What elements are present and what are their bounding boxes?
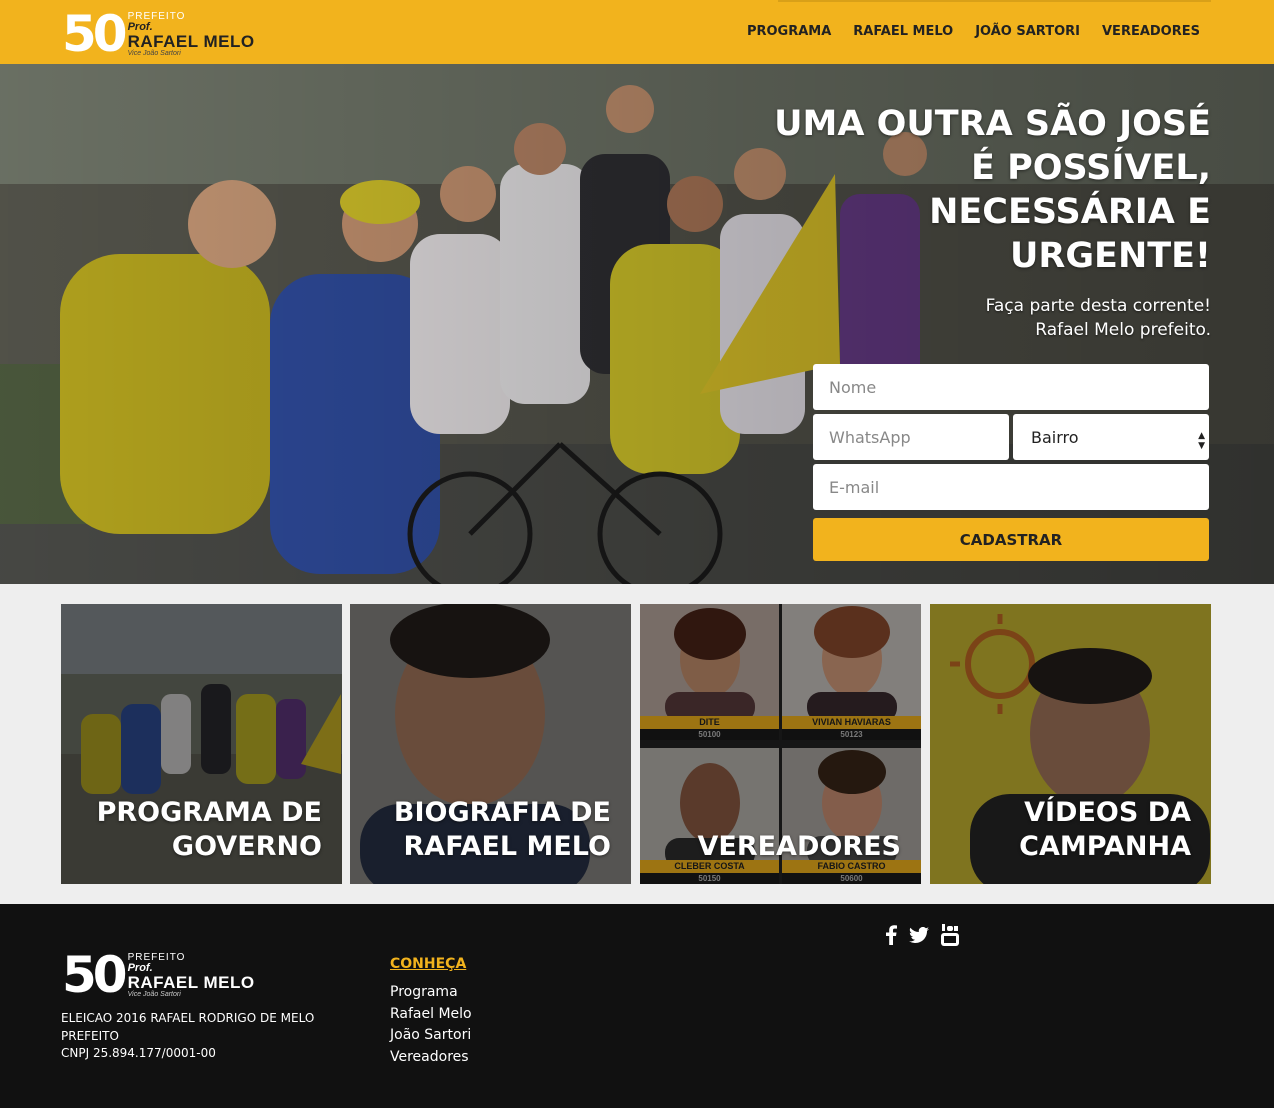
logo-line-prof: Prof. — [127, 20, 153, 33]
youtube-icon[interactable] — [941, 924, 959, 946]
nav-top-line — [778, 0, 1211, 2]
logo-text: PREFEITO Prof. RAFAEL MELO Vice João Sar… — [127, 951, 255, 998]
email-input[interactable] — [813, 464, 1209, 510]
card-biografia-label: BIOGRAFIA DE RAFAEL MELO — [394, 796, 611, 864]
logo-number: 50 — [62, 5, 128, 63]
subtitle-line-2: Rafael Melo prefeito. — [1035, 320, 1211, 340]
legal-line-3: CNPJ 25.894.177/0001-00 — [61, 1046, 216, 1060]
logo-line-prefeito: PREFEITO — [127, 10, 186, 22]
whatsapp-bairro-row: Bairro ▲▼ — [813, 414, 1209, 460]
header-logo[interactable]: 50 PREFEITO Prof. RAFAEL MELO Vice João … — [62, 9, 255, 59]
card-vereadores[interactable]: DITE 50100 VIVIAN HAVIARAS 50123 CLEBER … — [640, 604, 921, 884]
name-input[interactable] — [813, 364, 1209, 410]
footer-link-vereadores[interactable]: Vereadores — [390, 1047, 472, 1069]
bairro-select-value: Bairro — [1031, 427, 1079, 447]
feature-cards: PROGRAMA DE GOVERNO BIOGRAFIA DE RAFAEL … — [61, 604, 1211, 884]
logo-line-vice: Vice João Sartori — [127, 990, 181, 998]
logo-line-prefeito: PREFEITO — [127, 951, 186, 963]
hero-subtitle: Faça parte desta corrente! Rafael Melo p… — [811, 294, 1211, 342]
headline-line-3: NECESSÁRIA E — [929, 192, 1211, 232]
footer-link-programa[interactable]: Programa — [390, 982, 472, 1004]
logo-line-prof: Prof. — [127, 961, 153, 974]
card-biografia-line-1: BIOGRAFIA DE — [393, 797, 611, 828]
site-header: 50 PREFEITO Prof. RAFAEL MELO Vice João … — [0, 0, 1274, 64]
card-vereadores-label: VEREADORES — [697, 830, 901, 864]
footer-legal-text: ELEICAO 2016 RAFAEL RODRIGO DE MELO PREF… — [61, 1010, 331, 1063]
logo-text: PREFEITO Prof. RAFAEL MELO Vice João Sar… — [127, 10, 255, 57]
card-videos-line-1: VÍDEOS DA — [1024, 797, 1191, 828]
bairro-select[interactable]: Bairro ▲ ▼ — [1013, 414, 1209, 460]
card-programa-line-1: PROGRAMA DE — [96, 797, 322, 828]
card-programa-label: PROGRAMA DE GOVERNO — [97, 796, 322, 864]
card-vereadores-line-1: VEREADORES — [697, 831, 901, 862]
twitter-icon[interactable] — [909, 927, 929, 943]
card-videos-label: VÍDEOS DA CAMPANHA — [1019, 796, 1191, 864]
card-biografia-line-2: RAFAEL MELO — [403, 831, 611, 862]
footer-link-joao-sartori[interactable]: João Sartori — [390, 1025, 472, 1047]
footer-logo[interactable]: 50 PREFEITO Prof. RAFAEL MELO Vice João … — [62, 950, 255, 1000]
card-videos[interactable]: VÍDEOS DA CAMPANHA — [930, 604, 1211, 884]
main-nav: PROGRAMA RAFAEL MELO JOÃO SARTORI VEREAD… — [747, 24, 1200, 39]
headline-line-1: UMA OUTRA SÃO JOSÉ — [774, 104, 1211, 144]
card-programa-line-2: GOVERNO — [171, 831, 322, 862]
card-biografia[interactable]: BIOGRAFIA DE RAFAEL MELO — [350, 604, 631, 884]
legal-line-1: ELEICAO 2016 RAFAEL RODRIGO DE MELO — [61, 1011, 315, 1025]
card-programa-de-governo[interactable]: PROGRAMA DE GOVERNO — [61, 604, 342, 884]
headline-line-2: É POSSÍVEL, — [971, 148, 1211, 188]
logo-line-vice: Vice João Sartori — [127, 49, 181, 57]
select-caret-icon: ▲ ▼ — [1198, 431, 1205, 451]
footer-link-rafael-melo[interactable]: Rafael Melo — [390, 1004, 472, 1026]
conheca-heading[interactable]: CONHEÇA — [390, 956, 472, 972]
nav-programa[interactable]: PROGRAMA — [747, 24, 831, 39]
logo-line-name: RAFAEL MELO — [127, 972, 255, 992]
nav-joao-sartori[interactable]: JOÃO SARTORI — [975, 24, 1080, 39]
subtitle-line-1: Faça parte desta corrente! — [985, 296, 1211, 316]
nav-rafael-melo[interactable]: RAFAEL MELO — [853, 24, 953, 39]
social-links — [885, 924, 959, 946]
footer-conheca: CONHEÇA Programa Rafael Melo João Sartor… — [390, 956, 472, 1068]
headline-line-4: URGENTE! — [1009, 236, 1211, 276]
legal-line-2: PREFEITO — [61, 1028, 119, 1043]
facebook-icon[interactable] — [885, 925, 897, 945]
signup-form: Bairro ▲▼ CADASTRAR — [813, 364, 1209, 561]
hero-headline: UMA OUTRA SÃO JOSÉ É POSSÍVEL, NECESSÁRI… — [731, 102, 1211, 278]
nav-vereadores[interactable]: VEREADORES — [1102, 24, 1200, 39]
logo-line-name: RAFAEL MELO — [127, 31, 255, 51]
card-videos-line-2: CAMPANHA — [1019, 831, 1191, 862]
cadastrar-button[interactable]: CADASTRAR — [813, 518, 1209, 561]
hero-section: UMA OUTRA SÃO JOSÉ É POSSÍVEL, NECESSÁRI… — [0, 64, 1274, 584]
logo-number: 50 — [62, 946, 128, 1004]
whatsapp-input[interactable] — [813, 414, 1009, 460]
site-footer: 50 PREFEITO Prof. RAFAEL MELO Vice João … — [0, 904, 1274, 1108]
